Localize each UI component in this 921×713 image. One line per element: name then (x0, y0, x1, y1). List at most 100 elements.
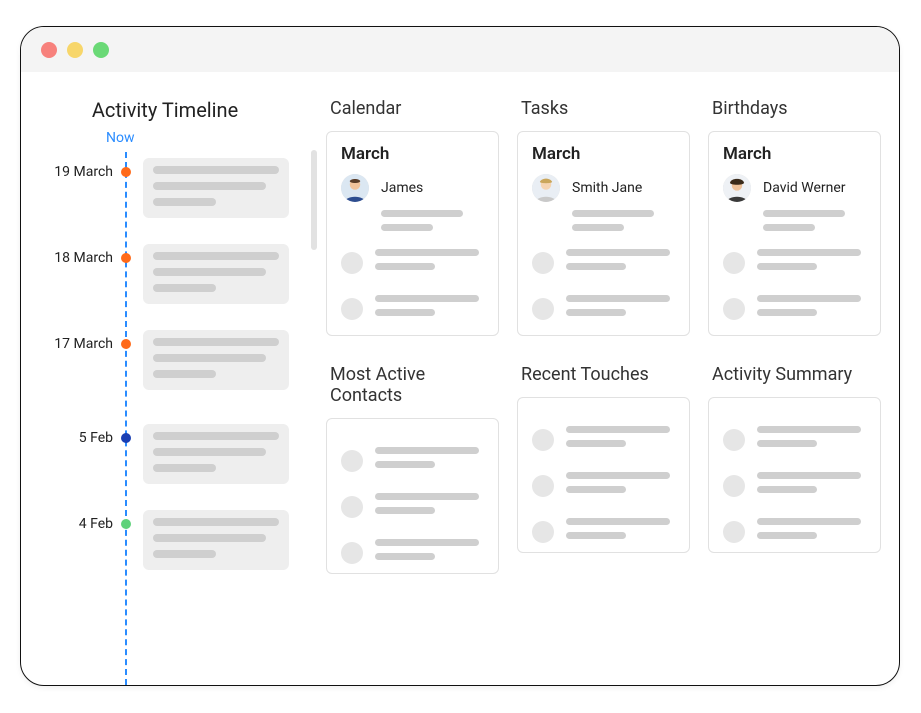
window-minimize-button[interactable] (67, 42, 83, 58)
section-title: Most Active Contacts (330, 364, 499, 406)
timeline-card[interactable] (143, 158, 289, 218)
list-item[interactable] (532, 518, 675, 546)
contact-name: David Werner (763, 180, 846, 196)
skeleton-line (153, 338, 279, 346)
placeholder-icon (532, 252, 554, 274)
timeline-item[interactable]: 18 March (21, 244, 309, 314)
most-active-contacts-card[interactable] (326, 418, 499, 574)
activity-summary-card[interactable] (708, 397, 881, 553)
skeleton-line (566, 486, 626, 493)
timeline-card[interactable] (143, 330, 289, 390)
skeleton-line (153, 268, 266, 276)
list-item[interactable] (723, 518, 866, 546)
card-month: March (723, 144, 866, 164)
avatar (723, 174, 751, 202)
placeholder-icon (341, 542, 363, 564)
timeline-dot-icon (121, 519, 131, 529)
timeline-card[interactable] (143, 510, 289, 570)
list-item[interactable] (723, 472, 866, 500)
list-item[interactable] (723, 295, 866, 323)
app-window: Activity Timeline Now 19 March 18 March (20, 26, 900, 686)
contact-row[interactable]: James (341, 174, 484, 202)
skeleton-line (375, 263, 435, 270)
activity-summary-section: Activity Summary (708, 358, 881, 574)
placeholder-icon (723, 252, 745, 274)
skeleton-line (763, 210, 845, 217)
placeholder-icon (341, 496, 363, 518)
birthdays-card[interactable]: March David Werner (708, 131, 881, 336)
timeline-item[interactable]: 19 March (21, 158, 309, 228)
skeleton-line (153, 518, 279, 526)
list-item[interactable] (341, 539, 484, 567)
skeleton-line (153, 166, 279, 174)
list-item[interactable] (532, 426, 675, 454)
timeline-item[interactable]: 17 March (21, 330, 309, 400)
skeleton-line (572, 224, 624, 231)
timeline-dot-icon (121, 433, 131, 443)
skeleton-line (153, 448, 266, 456)
timeline-card[interactable] (143, 424, 289, 484)
timeline-dot-icon (121, 167, 131, 177)
window-maximize-button[interactable] (93, 42, 109, 58)
skeleton-line (566, 472, 670, 479)
window-titlebar (21, 27, 899, 72)
scrollbar[interactable] (311, 150, 317, 250)
skeleton-line (757, 518, 861, 525)
timeline-dot-icon (121, 339, 131, 349)
skeleton-line (757, 440, 817, 447)
timeline-dot-icon (121, 253, 131, 263)
skeleton-line (757, 426, 861, 433)
list-item[interactable] (341, 447, 484, 475)
timeline-item[interactable]: 4 Feb (21, 510, 309, 580)
tasks-card[interactable]: March Smith Jane (517, 131, 690, 336)
placeholder-icon (723, 298, 745, 320)
skeleton-line (757, 295, 861, 302)
contact-row[interactable]: David Werner (723, 174, 866, 202)
contact-name: Smith Jane (572, 180, 642, 196)
calendar-card[interactable]: March James (326, 131, 499, 336)
list-item[interactable] (341, 493, 484, 521)
placeholder-icon (341, 450, 363, 472)
timeline-item[interactable]: 5 Feb (21, 424, 309, 494)
placeholder-icon (723, 475, 745, 497)
list-item[interactable] (723, 426, 866, 454)
skeleton-line (375, 309, 435, 316)
list-item[interactable] (532, 249, 675, 277)
timeline-date: 5 Feb (25, 430, 113, 446)
skeleton-line (572, 210, 654, 217)
recent-touches-section: Recent Touches (517, 358, 690, 574)
calendar-section: Calendar March James (326, 92, 499, 336)
activity-timeline-title: Activity Timeline (21, 98, 309, 122)
list-item[interactable] (723, 249, 866, 277)
placeholder-icon (532, 429, 554, 451)
skeleton-line (153, 534, 266, 542)
skeleton-line (381, 224, 433, 231)
skeleton-line (566, 309, 626, 316)
list-item[interactable] (532, 295, 675, 323)
list-item[interactable] (341, 295, 484, 323)
dashboard-pane: Calendar March James (326, 92, 881, 685)
skeleton-line (566, 295, 670, 302)
placeholder-icon (723, 521, 745, 543)
timeline-card[interactable] (143, 244, 289, 304)
list-item[interactable] (532, 472, 675, 500)
most-active-contacts-section: Most Active Contacts (326, 358, 499, 574)
section-title: Recent Touches (521, 364, 690, 385)
timeline-now-label: Now (106, 130, 135, 146)
placeholder-icon (723, 429, 745, 451)
skeleton-line (375, 295, 479, 302)
skeleton-line (757, 472, 861, 479)
skeleton-line (763, 224, 815, 231)
card-month: March (532, 144, 675, 164)
skeleton-line (381, 210, 463, 217)
contact-row[interactable]: Smith Jane (532, 174, 675, 202)
skeleton-line (153, 198, 216, 206)
window-close-button[interactable] (41, 42, 57, 58)
section-title: Tasks (521, 98, 690, 119)
skeleton-line (153, 464, 216, 472)
skeleton-line (153, 354, 266, 362)
timeline-date: 19 March (25, 164, 113, 180)
skeleton-line (757, 486, 817, 493)
list-item[interactable] (341, 249, 484, 277)
recent-touches-card[interactable] (517, 397, 690, 553)
